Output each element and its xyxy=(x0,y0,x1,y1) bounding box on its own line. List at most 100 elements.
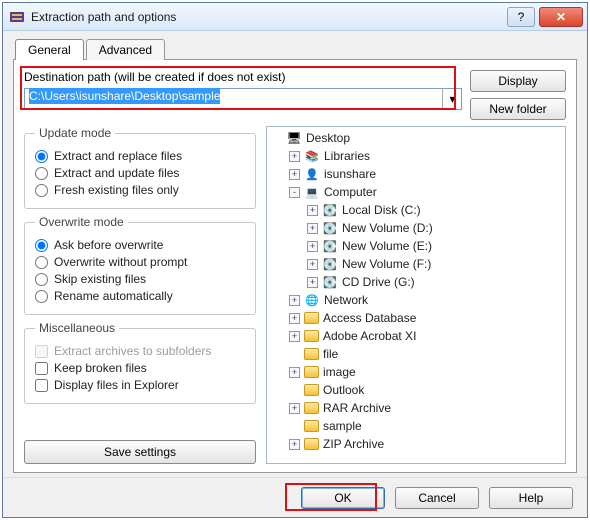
collapse-icon[interactable]: - xyxy=(289,187,300,198)
folder-icon xyxy=(304,402,319,414)
close-button[interactable]: ✕ xyxy=(539,7,583,27)
tab-panel: Destination path (will be created if doe… xyxy=(13,59,577,473)
tree-node-label: Computer xyxy=(324,185,377,199)
expand-icon[interactable]: + xyxy=(307,277,318,288)
misc-option[interactable]: Keep broken files xyxy=(35,361,245,375)
misc-checkbox[interactable] xyxy=(35,362,48,375)
tree-node[interactable]: Desktop xyxy=(271,129,563,147)
overwrite-mode-option[interactable]: Ask before overwrite xyxy=(35,238,245,252)
misc-checkbox[interactable] xyxy=(35,379,48,392)
disk-icon xyxy=(322,239,338,253)
expand-icon[interactable]: + xyxy=(289,367,300,378)
expand-icon[interactable]: + xyxy=(289,331,300,342)
winrar-icon xyxy=(9,9,25,25)
tab-advanced[interactable]: Advanced xyxy=(86,39,165,60)
tree-node[interactable]: + New Volume (D:) xyxy=(271,219,563,237)
update-mode-radio[interactable] xyxy=(35,184,48,197)
expand-icon[interactable]: + xyxy=(289,295,300,306)
tree-node-label: New Volume (F:) xyxy=(342,257,431,271)
tree-node[interactable]: + New Volume (F:) xyxy=(271,255,563,273)
overwrite-mode-option[interactable]: Overwrite without prompt xyxy=(35,255,245,269)
new-folder-button[interactable]: New folder xyxy=(470,98,566,120)
tab-advanced-label: Advanced xyxy=(99,43,152,57)
save-settings-label: Save settings xyxy=(104,445,176,459)
folder-icon xyxy=(304,312,319,324)
disk-icon xyxy=(322,221,338,235)
tab-general-label: General xyxy=(28,43,71,57)
comp-icon xyxy=(304,185,320,199)
disk-icon xyxy=(322,257,338,271)
tree-node-label: isunshare xyxy=(324,167,376,181)
update-mode-radio[interactable] xyxy=(35,167,48,180)
folder-tree[interactable]: Desktop+Libraries+isunshare-Computer+Loc… xyxy=(266,126,566,464)
miscellaneous-group: Miscellaneous Extract archives to subfol… xyxy=(24,321,256,404)
update-mode-option-label: Extract and replace files xyxy=(54,149,182,163)
overwrite-mode-radio[interactable] xyxy=(35,290,48,303)
tree-node[interactable]: Outlook xyxy=(271,381,563,399)
expand-icon[interactable]: + xyxy=(307,223,318,234)
tree-node[interactable]: +Adobe Acrobat XI xyxy=(271,327,563,345)
tab-strip: General Advanced xyxy=(15,37,577,59)
tree-node[interactable]: +RAR Archive xyxy=(271,399,563,417)
destination-dropdown-button[interactable]: ▾ xyxy=(442,88,462,110)
tree-spacer xyxy=(271,133,282,144)
tree-node-label: CD Drive (G:) xyxy=(342,275,415,289)
tree-node[interactable]: +image xyxy=(271,363,563,381)
cancel-button[interactable]: Cancel xyxy=(395,487,479,509)
tree-node[interactable]: +Access Database xyxy=(271,309,563,327)
update-mode-option[interactable]: Extract and update files xyxy=(35,166,245,180)
misc-option-label: Keep broken files xyxy=(54,361,147,375)
tree-node[interactable]: +Libraries xyxy=(271,147,563,165)
update-mode-option[interactable]: Extract and replace files xyxy=(35,149,245,163)
expand-icon[interactable]: + xyxy=(289,403,300,414)
window-title: Extraction path and options xyxy=(31,10,503,24)
expand-icon[interactable]: + xyxy=(307,259,318,270)
expand-icon[interactable]: + xyxy=(289,313,300,324)
misc-option[interactable]: Display files in Explorer xyxy=(35,378,245,392)
tree-node[interactable]: + isunshare xyxy=(271,165,563,183)
overwrite-mode-group: Overwrite mode Ask before overwriteOverw… xyxy=(24,215,256,315)
expand-icon[interactable]: + xyxy=(289,169,300,180)
overwrite-mode-radio[interactable] xyxy=(35,239,48,252)
chevron-down-icon: ▾ xyxy=(449,92,455,106)
tree-node[interactable]: +Network xyxy=(271,291,563,309)
overwrite-mode-option-label: Rename automatically xyxy=(54,289,173,303)
cancel-button-label: Cancel xyxy=(418,491,455,505)
expand-icon[interactable]: + xyxy=(307,205,318,216)
folder-icon xyxy=(304,438,319,450)
misc-checkbox xyxy=(35,345,48,358)
tree-node[interactable]: +New Volume (E:) xyxy=(271,237,563,255)
update-mode-option-label: Fresh existing files only xyxy=(54,183,179,197)
tree-node[interactable]: file xyxy=(271,345,563,363)
tree-node[interactable]: sample xyxy=(271,417,563,435)
user-icon xyxy=(304,167,320,181)
destination-path-input[interactable]: C:\Users\isunshare\Desktop\sample xyxy=(24,88,462,110)
overwrite-mode-radio[interactable] xyxy=(35,273,48,286)
tab-general[interactable]: General xyxy=(15,39,84,60)
tree-node[interactable]: + CD Drive (G:) xyxy=(271,273,563,291)
tree-node-label: Outlook xyxy=(323,383,364,397)
ok-button[interactable]: OK xyxy=(301,487,385,509)
misc-option-label: Extract archives to subfolders xyxy=(54,344,211,358)
overwrite-mode-option[interactable]: Rename automatically xyxy=(35,289,245,303)
destination-label: Destination path (will be created if doe… xyxy=(24,70,462,84)
help-button[interactable]: ? xyxy=(507,7,535,27)
expand-icon[interactable]: + xyxy=(289,151,300,162)
display-button[interactable]: Display xyxy=(470,70,566,92)
display-button-label: Display xyxy=(498,74,537,88)
save-settings-button[interactable]: Save settings xyxy=(24,440,256,464)
tree-node[interactable]: +Local Disk (C:) xyxy=(271,201,563,219)
help-footer-button[interactable]: Help xyxy=(489,487,573,509)
update-mode-option-label: Extract and update files xyxy=(54,166,179,180)
tree-node[interactable]: - Computer xyxy=(271,183,563,201)
tree-node-label: New Volume (D:) xyxy=(342,221,433,235)
update-mode-option[interactable]: Fresh existing files only xyxy=(35,183,245,197)
overwrite-mode-radio[interactable] xyxy=(35,256,48,269)
update-mode-radio[interactable] xyxy=(35,150,48,163)
expand-icon[interactable]: + xyxy=(289,439,300,450)
tree-spacer xyxy=(289,385,300,396)
tree-node[interactable]: +ZIP Archive xyxy=(271,435,563,453)
expand-icon[interactable]: + xyxy=(307,241,318,252)
overwrite-mode-option[interactable]: Skip existing files xyxy=(35,272,245,286)
destination-row: Destination path (will be created if doe… xyxy=(24,70,566,120)
